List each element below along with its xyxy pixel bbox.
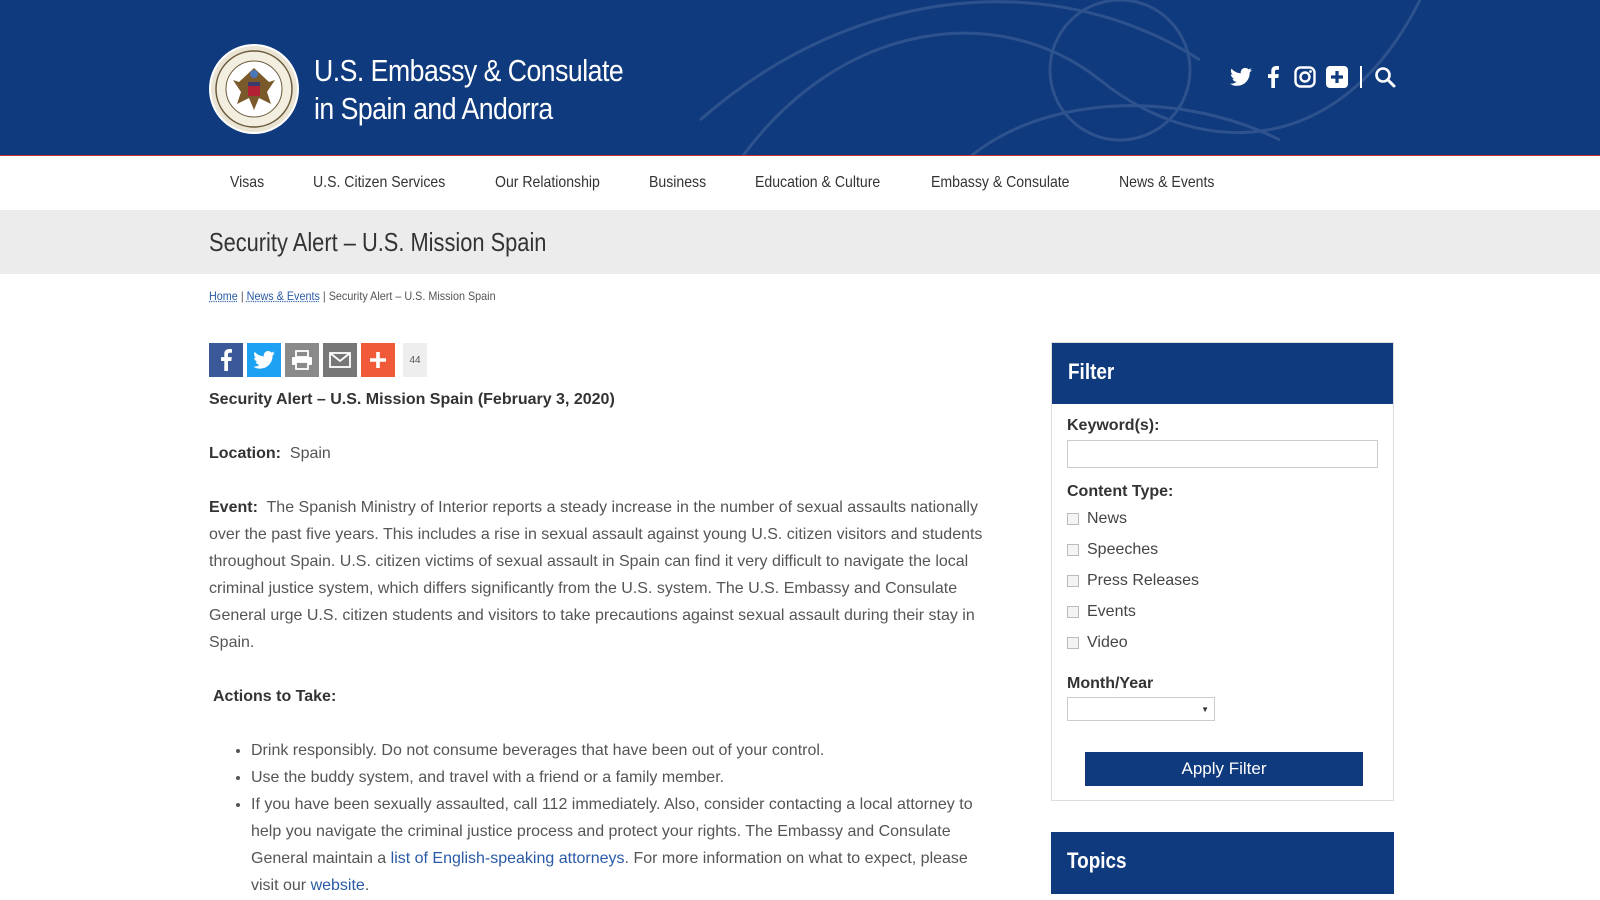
content-type-press-releases[interactable]: Press Releases (1067, 572, 1199, 590)
plus-icon[interactable] (361, 343, 395, 377)
instagram-icon[interactable] (1294, 66, 1316, 88)
content-type-label-events: Events (1087, 603, 1136, 620)
nav-education-culture[interactable]: Education & Culture (755, 174, 880, 192)
actions-label: Actions to Take: (213, 688, 337, 705)
facebook-icon[interactable] (209, 343, 243, 377)
article-heading: Security Alert – U.S. Mission Spain (Feb… (209, 391, 615, 408)
content-type-video[interactable]: Video (1067, 634, 1128, 652)
nav-our-relationship[interactable]: Our Relationship (495, 174, 600, 192)
header-red-stripe (0, 155, 1600, 156)
list-item: If you have been sexually assaulted, cal… (251, 791, 999, 899)
website-link[interactable]: website (311, 877, 365, 894)
nav-embassy-consulate[interactable]: Embassy & Consulate (931, 174, 1070, 192)
nav-us-citizen-services[interactable]: U.S. Citizen Services (313, 174, 445, 192)
content-type-label-press-releases: Press Releases (1087, 572, 1200, 589)
bullet3-text-end: . (364, 877, 370, 894)
month-year-label: Month/Year (1067, 675, 1154, 692)
content-type-speeches[interactable]: Speeches (1067, 541, 1158, 559)
social-links (1230, 66, 1396, 88)
facebook-icon[interactable] (1262, 66, 1284, 88)
article-body: Security Alert – U.S. Mission Spain (Feb… (209, 386, 999, 899)
breadcrumb-separator: | (322, 289, 326, 303)
search-icon[interactable] (1374, 66, 1396, 88)
content-type-label: Content Type: (1067, 483, 1174, 500)
filter-panel: Filter Keyword(s): Content Type: News Sp… (1051, 342, 1394, 801)
breadcrumb-separator: | (240, 289, 244, 303)
filter-title: Filter (1068, 359, 1115, 384)
actions-list: Drink responsibly. Do not consume bevera… (251, 737, 999, 899)
breadcrumb-current: Security Alert – U.S. Mission Spain (328, 289, 496, 303)
chevron-down-icon: ▼ (1201, 705, 1209, 714)
filter-header: Filter (1052, 343, 1393, 404)
news-checkbox[interactable] (1067, 513, 1079, 525)
apply-filter-button[interactable]: Apply Filter (1085, 752, 1363, 786)
topics-title: Topics (1067, 848, 1127, 873)
event-text: The Spanish Ministry of Interior reports… (209, 499, 983, 651)
content-type-label-speeches: Speeches (1087, 541, 1159, 558)
embassy-seal-logo[interactable] (209, 44, 299, 134)
speeches-checkbox[interactable] (1067, 544, 1079, 556)
month-year-select[interactable]: ▼ (1067, 697, 1215, 721)
video-checkbox[interactable] (1067, 637, 1079, 649)
brand-line-2: in Spain and Andorra (314, 91, 553, 126)
breadcrumb-home-link[interactable]: Home (209, 289, 238, 303)
share-bar: 44 (209, 343, 427, 377)
keyword-input[interactable] (1067, 440, 1378, 468)
nav-visas[interactable]: Visas (230, 174, 264, 192)
main-navigation: Visas U.S. Citizen Services Our Relation… (0, 160, 1600, 210)
content-type-label-news: News (1087, 510, 1128, 527)
nav-business[interactable]: Business (649, 174, 706, 192)
page-title-bar: Security Alert – U.S. Mission Spain (0, 210, 1600, 274)
keyword-label: Keyword(s): (1067, 417, 1160, 434)
press-releases-checkbox[interactable] (1067, 575, 1079, 587)
email-icon[interactable] (323, 343, 357, 377)
print-icon[interactable] (285, 343, 319, 377)
breadcrumb: Home | News & Events | Security Alert – … (209, 289, 496, 303)
twitter-icon[interactable] (247, 343, 281, 377)
topics-panel-header[interactable]: Topics (1051, 832, 1394, 894)
attorneys-list-link[interactable]: list of English-speaking attorneys (391, 850, 625, 867)
social-divider (1360, 66, 1362, 88)
content-type-events[interactable]: Events (1067, 603, 1136, 621)
list-item: Drink responsibly. Do not consume bevera… (251, 737, 999, 764)
brand-line-1: U.S. Embassy & Consulate (314, 53, 624, 88)
events-checkbox[interactable] (1067, 606, 1079, 618)
twitter-icon[interactable] (1230, 66, 1252, 88)
list-item: Use the buddy system, and travel with a … (251, 764, 999, 791)
page-title: Security Alert – U.S. Mission Spain (209, 227, 547, 257)
share-count: 44 (403, 343, 427, 377)
nav-news-events[interactable]: News & Events (1119, 174, 1214, 192)
plus-icon[interactable] (1326, 66, 1348, 88)
breadcrumb-news-link[interactable]: News & Events (247, 289, 320, 303)
location-paragraph: Location: Spain (209, 440, 999, 467)
site-brand[interactable]: U.S. Embassy & Consulate in Spain and An… (314, 52, 673, 128)
event-label: Event: (209, 499, 258, 516)
content-type-news[interactable]: News (1067, 510, 1127, 528)
event-paragraph: Event: The Spanish Ministry of Interior … (209, 494, 999, 656)
location-value: Spain (289, 445, 331, 462)
actions-paragraph: Actions to Take: (209, 683, 999, 710)
location-label: Location: (209, 445, 281, 462)
site-header: U.S. Embassy & Consulate in Spain and An… (0, 0, 1600, 156)
content-type-label-video: Video (1087, 634, 1128, 651)
